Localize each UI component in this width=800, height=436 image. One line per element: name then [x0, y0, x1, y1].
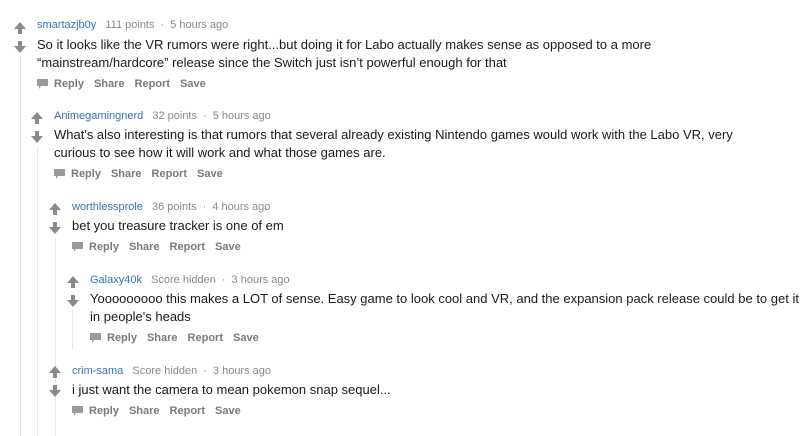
- comment-line: bet you treasure tracker is one of em: [72, 218, 284, 233]
- thread-line[interactable]: [37, 146, 38, 436]
- score: Score hidden: [132, 365, 198, 377]
- timestamp[interactable]: 5 hours ago: [213, 110, 271, 122]
- author-link[interactable]: worthlessprole: [72, 201, 143, 213]
- up-arrow-icon[interactable]: [49, 366, 61, 378]
- comment-line: in people's heads: [90, 309, 191, 324]
- comment-bubble-icon: [90, 333, 101, 343]
- vote-controls: [65, 276, 81, 307]
- thread-line[interactable]: [20, 56, 21, 436]
- comment-bubble-icon: [72, 242, 83, 252]
- comment-actions: Reply Share Report Save: [54, 168, 233, 180]
- separator: ·: [160, 19, 165, 31]
- comment-meta: Galaxy40k Score hidden · 3 hours ago: [90, 274, 290, 286]
- separator: ·: [202, 201, 207, 213]
- share-button[interactable]: Share: [147, 332, 178, 344]
- comment-line: What's also interesting is that rumors t…: [54, 127, 733, 142]
- share-button[interactable]: Share: [94, 78, 125, 90]
- vote-controls: [47, 203, 63, 234]
- save-button[interactable]: Save: [215, 241, 241, 253]
- score: 32 points: [152, 110, 197, 122]
- reply-button[interactable]: Reply: [89, 241, 119, 253]
- down-arrow-icon[interactable]: [31, 131, 43, 143]
- share-button[interactable]: Share: [111, 168, 142, 180]
- vote-controls: [12, 22, 28, 53]
- score: 36 points: [151, 201, 197, 213]
- author-link[interactable]: Galaxy40k: [90, 274, 142, 286]
- thread-line[interactable]: [72, 310, 73, 350]
- comment-line: curious to see how it will work and what…: [54, 145, 386, 160]
- timestamp[interactable]: 3 hours ago: [213, 365, 271, 377]
- share-button[interactable]: Share: [129, 405, 160, 417]
- report-button[interactable]: Report: [170, 405, 205, 417]
- up-arrow-icon[interactable]: [67, 276, 79, 288]
- comment-bubble-icon: [72, 406, 83, 416]
- score: 111 points: [105, 19, 155, 31]
- vote-controls: [29, 112, 45, 143]
- comment-bubble-icon: [54, 169, 65, 179]
- vote-controls: [47, 366, 63, 397]
- comment-body: Yooooooooo this makes a LOT of sense. Ea…: [90, 290, 799, 326]
- timestamp[interactable]: 3 hours ago: [232, 274, 290, 286]
- comment-meta: Animegamingnerd 32 points · 5 hours ago: [54, 110, 271, 122]
- save-button[interactable]: Save: [197, 168, 223, 180]
- up-arrow-icon[interactable]: [49, 203, 61, 215]
- comment-body: bet you treasure tracker is one of em: [72, 217, 284, 235]
- comment-actions: Reply Share Report Save: [37, 78, 216, 90]
- down-arrow-icon[interactable]: [49, 385, 61, 397]
- comment-line: So it looks like the VR rumors were righ…: [37, 37, 652, 52]
- comment-line: i just want the camera to mean pokemon s…: [72, 382, 391, 397]
- report-button[interactable]: Report: [170, 241, 205, 253]
- comment-bubble-icon: [37, 79, 48, 89]
- down-arrow-icon[interactable]: [67, 295, 79, 307]
- comment-body: What's also interesting is that rumors t…: [54, 126, 733, 162]
- down-arrow-icon[interactable]: [14, 41, 26, 53]
- timestamp[interactable]: 5 hours ago: [170, 19, 228, 31]
- save-button[interactable]: Save: [215, 405, 241, 417]
- comment-body: i just want the camera to mean pokemon s…: [72, 381, 391, 399]
- score: Score hidden: [151, 274, 216, 286]
- author-link[interactable]: crim-sama: [72, 365, 123, 377]
- comment-meta: smartazjb0y 111 points · 5 hours ago: [37, 19, 228, 31]
- save-button[interactable]: Save: [180, 78, 206, 90]
- author-link[interactable]: Animegamingnerd: [54, 110, 143, 122]
- separator: ·: [221, 274, 226, 286]
- reply-button[interactable]: Reply: [107, 332, 137, 344]
- comment-actions: Reply Share Report Save: [90, 332, 269, 344]
- report-button[interactable]: Report: [152, 168, 187, 180]
- up-arrow-icon[interactable]: [14, 22, 26, 34]
- report-button[interactable]: Report: [188, 332, 223, 344]
- author-link[interactable]: smartazjb0y: [37, 19, 96, 31]
- up-arrow-icon[interactable]: [31, 112, 43, 124]
- save-button[interactable]: Save: [233, 332, 259, 344]
- report-button[interactable]: Report: [135, 78, 170, 90]
- comment-line: “mainstream/hardcore” release since the …: [37, 55, 507, 70]
- timestamp[interactable]: 4 hours ago: [212, 201, 270, 213]
- reply-button[interactable]: Reply: [54, 78, 84, 90]
- comment-body: So it looks like the VR rumors were righ…: [37, 36, 651, 72]
- down-arrow-icon[interactable]: [49, 222, 61, 234]
- separator: ·: [203, 365, 207, 377]
- comment-meta: worthlessprole 36 points · 4 hours ago: [72, 201, 270, 213]
- comment-meta: crim-sama Score hidden · 3 hours ago: [72, 365, 271, 377]
- separator: ·: [203, 110, 207, 122]
- reply-button[interactable]: Reply: [71, 168, 101, 180]
- share-button[interactable]: Share: [129, 241, 160, 253]
- comment-actions: Reply Share Report Save: [72, 241, 251, 253]
- reply-button[interactable]: Reply: [89, 405, 119, 417]
- comment-line: Yooooooooo this makes a LOT of sense. Ea…: [90, 291, 799, 306]
- comment-actions: Reply Share Report Save: [72, 405, 251, 417]
